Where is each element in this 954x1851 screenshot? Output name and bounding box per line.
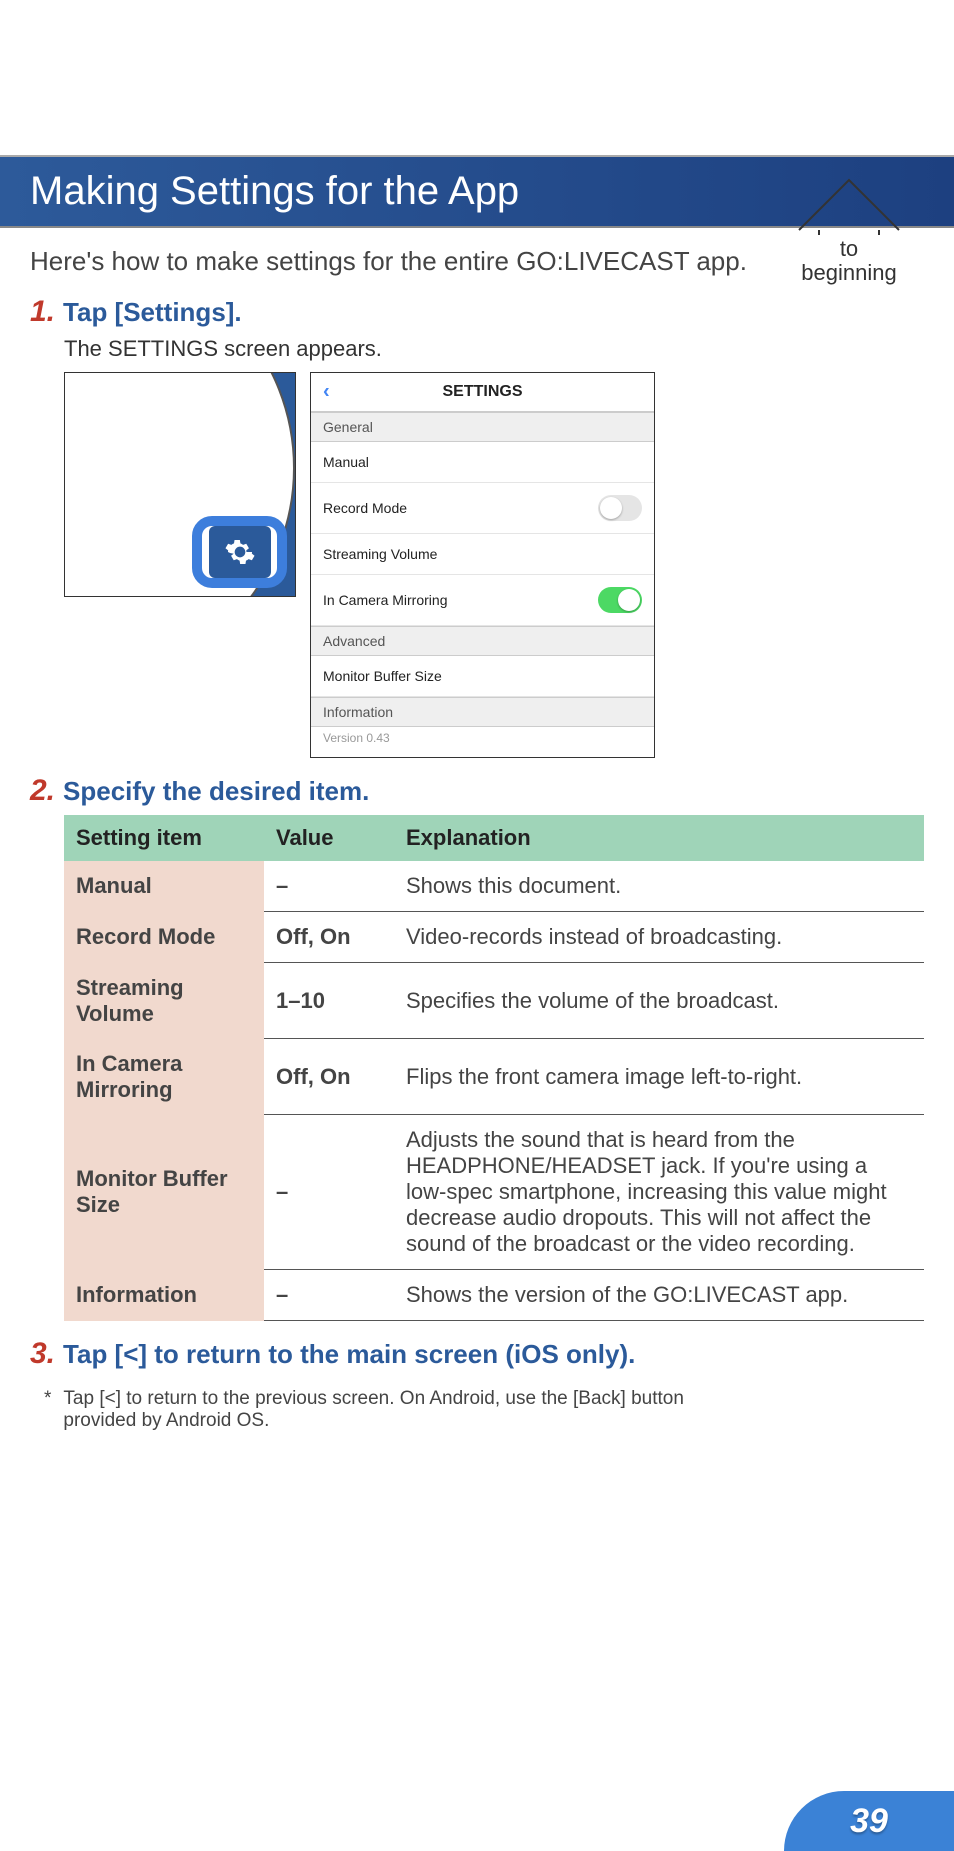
- cell-exp: Video-records instead of broadcasting.: [394, 912, 924, 963]
- cell-name: Monitor Buffer Size: [64, 1115, 264, 1270]
- table-row: Monitor Buffer Size – Adjusts the sound …: [64, 1115, 924, 1270]
- step1-subtext: The SETTINGS screen appears.: [64, 336, 924, 362]
- cell-exp: Adjusts the sound that is heard from the…: [394, 1115, 924, 1270]
- cell-name: Information: [64, 1270, 264, 1321]
- cell-value: Off, On: [264, 912, 394, 963]
- section-information: Information: [311, 697, 654, 727]
- table-row: Record Mode Off, On Video-records instea…: [64, 912, 924, 963]
- footnote: * Tap [<] to return to the previous scre…: [44, 1388, 704, 1432]
- step3-title: Tap [<] to return to the main screen (iO…: [63, 1339, 635, 1370]
- page-title: Making Settings for the App: [30, 169, 924, 214]
- intro-text: Here's how to make settings for the enti…: [30, 246, 924, 277]
- cell-value: Off, On: [264, 1039, 394, 1115]
- nav-text-line2: beginning: [794, 261, 904, 285]
- footnote-asterisk: *: [44, 1388, 51, 1432]
- settings-table: Setting item Value Explanation Manual – …: [64, 815, 924, 1321]
- step1-title: Tap [Settings].: [63, 297, 242, 328]
- arrow-up-icon: [794, 175, 904, 235]
- cell-name: Streaming Volume: [64, 963, 264, 1039]
- row-manual: Manual: [311, 442, 654, 483]
- cell-value: –: [264, 861, 394, 912]
- row-streaming-volume: Streaming Volume: [311, 534, 654, 575]
- th-value: Value: [264, 815, 394, 861]
- nav-text-line1: to: [794, 237, 904, 261]
- row-monitor-buffer-label: Monitor Buffer Size: [323, 668, 442, 684]
- version-text: Version 0.43: [311, 727, 654, 757]
- row-record-mode: Record Mode: [311, 483, 654, 534]
- th-item: Setting item: [64, 815, 264, 861]
- row-in-camera-mirroring: In Camera Mirroring: [311, 575, 654, 626]
- cell-name: Manual: [64, 861, 264, 912]
- page-number-tab: 39: [784, 1791, 954, 1851]
- wand-icon: [247, 391, 277, 421]
- cell-value: –: [264, 1270, 394, 1321]
- cell-exp: Shows the version of the GO:LIVECAST app…: [394, 1270, 924, 1321]
- step3-number: 3.: [30, 1339, 55, 1369]
- mirroring-toggle: [598, 587, 642, 613]
- cell-exp: Specifies the volume of the broadcast.: [394, 963, 924, 1039]
- page-number: 39: [850, 1802, 888, 1841]
- row-streaming-volume-label: Streaming Volume: [323, 546, 437, 562]
- step2-number: 2.: [30, 776, 55, 806]
- gear-icon: [224, 536, 256, 568]
- table-row: Information – Shows the version of the G…: [64, 1270, 924, 1321]
- cell-name: In Camera Mirroring: [64, 1039, 264, 1115]
- list-icon: [247, 453, 277, 483]
- row-manual-label: Manual: [323, 454, 369, 470]
- settings-button-highlight: [192, 516, 287, 588]
- table-row: In Camera Mirroring Off, On Flips the fr…: [64, 1039, 924, 1115]
- section-general: General: [311, 412, 654, 442]
- row-record-mode-label: Record Mode: [323, 500, 407, 516]
- footnote-text: Tap [<] to return to the previous screen…: [63, 1388, 704, 1432]
- settings-header: SETTINGS: [442, 383, 522, 400]
- table-header-row: Setting item Value Explanation: [64, 815, 924, 861]
- table-row: Streaming Volume 1–10 Specifies the volu…: [64, 963, 924, 1039]
- step1-number: 1.: [30, 297, 55, 327]
- to-beginning-link[interactable]: to beginning: [794, 175, 904, 285]
- section-advanced: Advanced: [311, 626, 654, 656]
- cell-name: Record Mode: [64, 912, 264, 963]
- back-icon: ‹: [323, 381, 330, 404]
- table-row: Manual – Shows this document.: [64, 861, 924, 912]
- settings-screen-screenshot: ‹ SETTINGS General Manual Record Mode St…: [310, 372, 655, 758]
- cell-value: –: [264, 1115, 394, 1270]
- cell-exp: Flips the front camera image left-to-rig…: [394, 1039, 924, 1115]
- th-explanation: Explanation: [394, 815, 924, 861]
- row-monitor-buffer: Monitor Buffer Size: [311, 656, 654, 697]
- cell-exp: Shows this document.: [394, 861, 924, 912]
- step2-title: Specify the desired item.: [63, 776, 369, 807]
- app-screenshot-left: [64, 372, 296, 597]
- record-mode-toggle: [598, 495, 642, 521]
- cell-value: 1–10: [264, 963, 394, 1039]
- row-mirroring-label: In Camera Mirroring: [323, 592, 447, 608]
